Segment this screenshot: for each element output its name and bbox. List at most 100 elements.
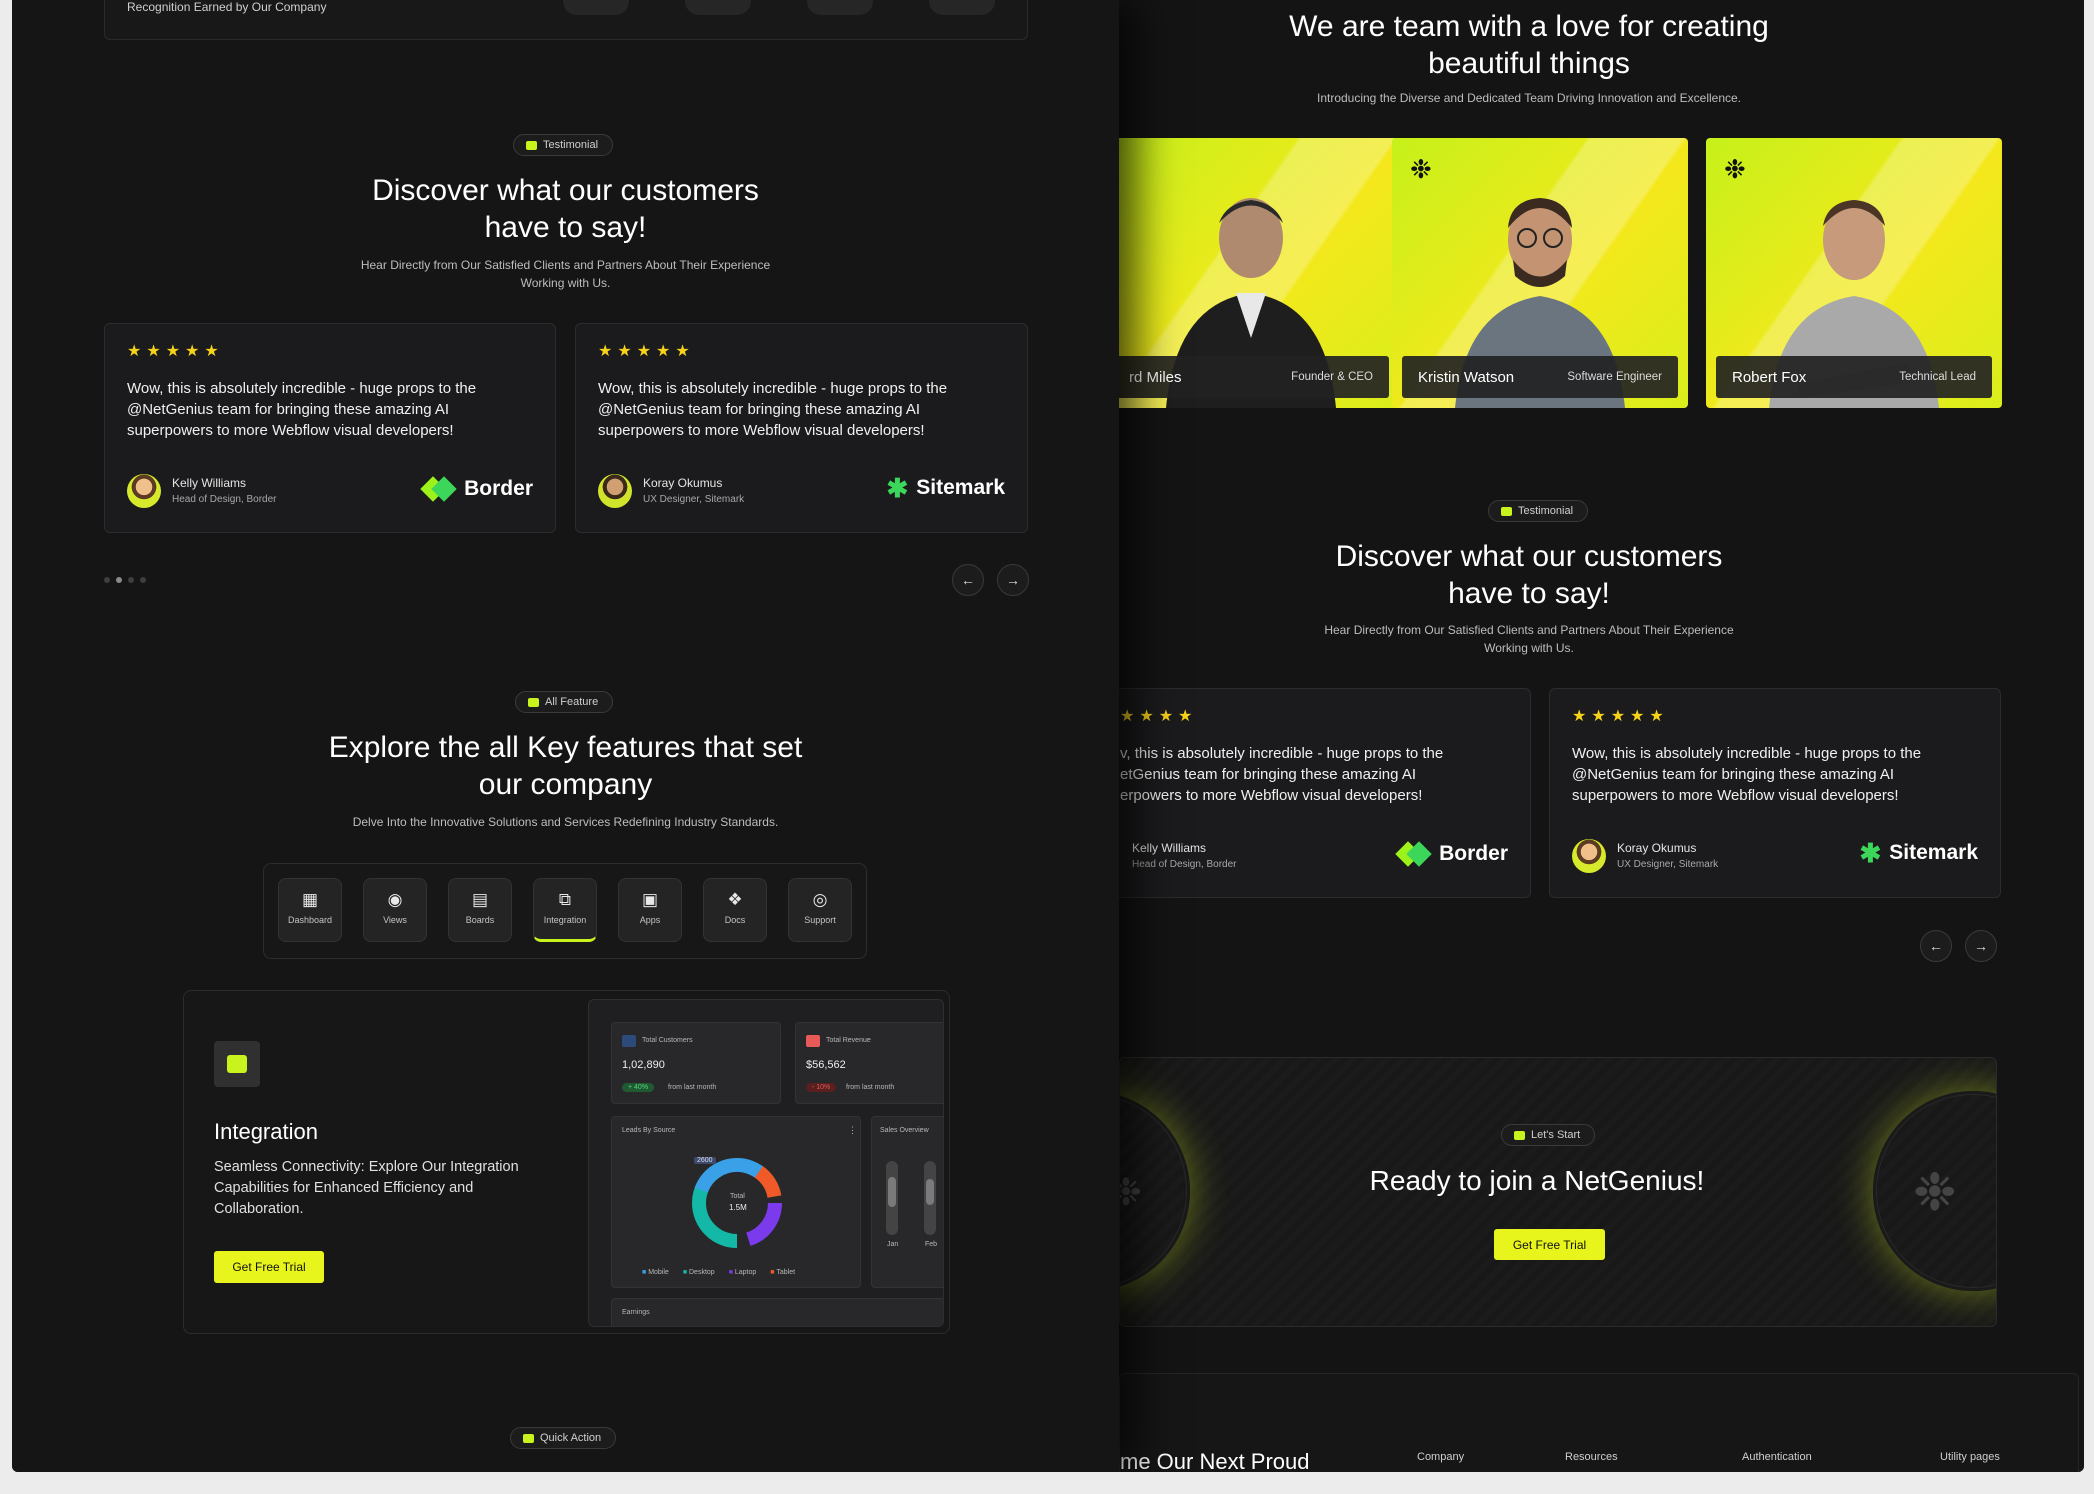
quote-text: v, this is absolutely incredible - huge … xyxy=(1120,743,1520,806)
quote-text: Wow, this is absolutely incredible - hug… xyxy=(598,380,948,439)
card-label: Total Revenue xyxy=(826,1037,871,1044)
legend-swatch: ■ xyxy=(728,1269,733,1276)
rating-stars: ★ ★ ★ ★ ★ xyxy=(127,344,219,360)
tab-integration[interactable]: ⧉ Integration xyxy=(533,878,597,942)
testimonial-card: ★ ★ ★ ★ ★ Wow, this is absolutely incredible… xyxy=(1549,688,2001,898)
legend-swatch: ■ xyxy=(682,1269,688,1276)
carousel-dot[interactable] xyxy=(140,577,146,583)
star-icon: ★ xyxy=(146,343,161,360)
team-card[interactable]: ❉ Robert Fox Technical Lead xyxy=(1706,138,2002,408)
get-free-trial-button[interactable]: Get Free Trial xyxy=(214,1251,324,1283)
subtitle-line1: Hear Directly from Our Satisfied Clients… xyxy=(360,258,771,272)
tab-label: Integration xyxy=(543,915,587,925)
footer-link-utility-pages[interactable]: Utility pages xyxy=(1940,1451,2000,1463)
tab-label: Views xyxy=(383,915,407,925)
next-button[interactable]: → xyxy=(1965,930,1997,962)
title-line1: Discover what our customers xyxy=(372,174,759,207)
asterisk-icon: ❉ xyxy=(1724,154,1746,184)
carousel-dot[interactable] xyxy=(128,577,134,583)
tab-label: Dashboard xyxy=(287,915,333,925)
total-customers-card: Total Customers 1,02,890 + 40% from last… xyxy=(611,1022,781,1104)
feature-description: Seamless Connectivity: Explore Our Integ… xyxy=(214,1159,519,1217)
diamond-icon xyxy=(1397,841,1431,867)
sales-bar xyxy=(924,1161,936,1235)
boards-icon: ▤ xyxy=(471,890,489,909)
integration-icon: ⧉ xyxy=(558,890,572,909)
legend-label: Tablet xyxy=(776,1269,796,1276)
team-subtitle: Introducing the Diverse and Dedicated Te… xyxy=(1316,91,1742,105)
sitemark-logo: ✱ Sitemark xyxy=(886,473,1005,503)
left-page-preview: Recognition Earned by Our Company Testim… xyxy=(12,0,1119,1472)
star-icon: ★ xyxy=(127,343,142,360)
quote-text: Wow, this is absolutely incredible - hug… xyxy=(127,380,477,439)
integration-icon xyxy=(214,1041,260,1087)
carousel-dot[interactable] xyxy=(104,577,110,583)
tab-views[interactable]: ◉ Views xyxy=(363,878,427,942)
feature-icon xyxy=(528,697,539,707)
legend-swatch: ■ xyxy=(770,1269,775,1276)
lets-start-badge: Let's Start xyxy=(1501,1124,1596,1146)
star-icon: ★ xyxy=(1178,708,1193,725)
more-icon[interactable]: ⋮ xyxy=(848,1125,857,1136)
tab-support[interactable]: ◎ Support xyxy=(788,878,852,942)
sitemark-icon: ✱ xyxy=(1859,838,1882,868)
avatar xyxy=(1572,839,1606,873)
title-line1: Discover what our customers xyxy=(1335,540,1723,573)
team-label: Kristin Watson Software Engineer xyxy=(1402,356,1678,398)
star-icon: ★ xyxy=(204,343,219,360)
author-role: Head of Design, Border xyxy=(172,494,277,505)
star-icon: ★ xyxy=(1158,708,1174,725)
subtitle-line1: Hear Directly from Our Satisfied Clients… xyxy=(1324,623,1734,637)
tab-docs[interactable]: ❖ Docs xyxy=(703,878,767,942)
arrow-left-icon: ← xyxy=(1929,938,1943,954)
testimonial-badge: Testimonial xyxy=(1488,500,1589,522)
quote-line: erpowers to more Webflow visual develope… xyxy=(1120,787,1423,804)
award-badge-icon xyxy=(807,0,873,15)
testimonial-title: Discover what our customers have to say! xyxy=(12,172,1119,246)
title-line1: Explore the all Key features that set xyxy=(328,731,803,764)
badge-label: Testimonial xyxy=(1518,505,1574,517)
carousel-dot-active[interactable] xyxy=(116,577,122,583)
footer-link-resources[interactable]: Resources xyxy=(1565,1451,1618,1463)
star-icon: ★ xyxy=(598,343,613,360)
customers-icon xyxy=(622,1035,636,1047)
next-button[interactable]: → xyxy=(997,564,1029,596)
team-card[interactable]: rd Miles Founder & CEO xyxy=(1119,138,1399,408)
prev-button[interactable]: ← xyxy=(952,564,984,596)
change-badge: - 10% xyxy=(806,1083,837,1092)
author-role: Head of Design, Border xyxy=(1132,859,1237,870)
tab-apps[interactable]: ▣ Apps xyxy=(618,878,682,942)
star-icon: ★ xyxy=(1572,708,1587,725)
logo-text: Border xyxy=(1439,842,1508,865)
author-name: Koray Okumus xyxy=(1617,841,1697,855)
legend-item: ■ Desktop xyxy=(683,1269,715,1276)
get-free-trial-button[interactable]: Get Free Trial xyxy=(1494,1229,1605,1260)
feature-panel: Integration Seamless Connectivity: Explo… xyxy=(183,990,950,1334)
team-title-line2: beautiful things xyxy=(1428,47,1630,80)
footer-link-authentication[interactable]: Authentication xyxy=(1742,1451,1812,1463)
rating-stars: ★ ★ ★ ★ ★ xyxy=(1572,709,1664,725)
tab-label: Apps xyxy=(639,915,661,925)
chat-icon xyxy=(526,140,537,150)
prev-button[interactable]: ← xyxy=(1920,930,1952,962)
testimonial-card: ★ ★ ★ ★ v, this is absolutely incredible - … xyxy=(1119,688,1531,898)
team-card[interactable]: ❉ Kristin Watson Software Engineer xyxy=(1392,138,1688,408)
star-icon: ★ xyxy=(636,343,652,360)
card-label: Total Customers xyxy=(642,1037,693,1044)
dashboard-preview: Total Customers 1,02,890 + 40% from last… xyxy=(588,999,944,1327)
star-icon: ★ xyxy=(675,343,690,360)
testimonial-badge: Testimonial xyxy=(513,134,614,156)
change-caption: from last month xyxy=(668,1084,717,1091)
arrow-right-icon: → xyxy=(1974,938,1988,954)
subtitle-line2: Working with Us. xyxy=(520,276,611,290)
award-badge-icon xyxy=(685,0,751,15)
change-badge: + 40% xyxy=(622,1083,655,1092)
donut-legend: ■ Mobile ■ Desktop ■ Laptop ■ Tablet xyxy=(642,1269,795,1276)
feature-title: Integration xyxy=(214,1119,318,1144)
footer-link-company[interactable]: Company xyxy=(1417,1451,1464,1463)
tab-boards[interactable]: ▤ Boards xyxy=(448,878,512,942)
card-value: 1,02,890 xyxy=(622,1059,665,1071)
tab-dashboard[interactable]: ▦ Dashboard xyxy=(278,878,342,942)
footer-heading: me Our Next Proud xyxy=(1120,1449,1310,1472)
sitemark-icon: ✱ xyxy=(886,473,909,503)
